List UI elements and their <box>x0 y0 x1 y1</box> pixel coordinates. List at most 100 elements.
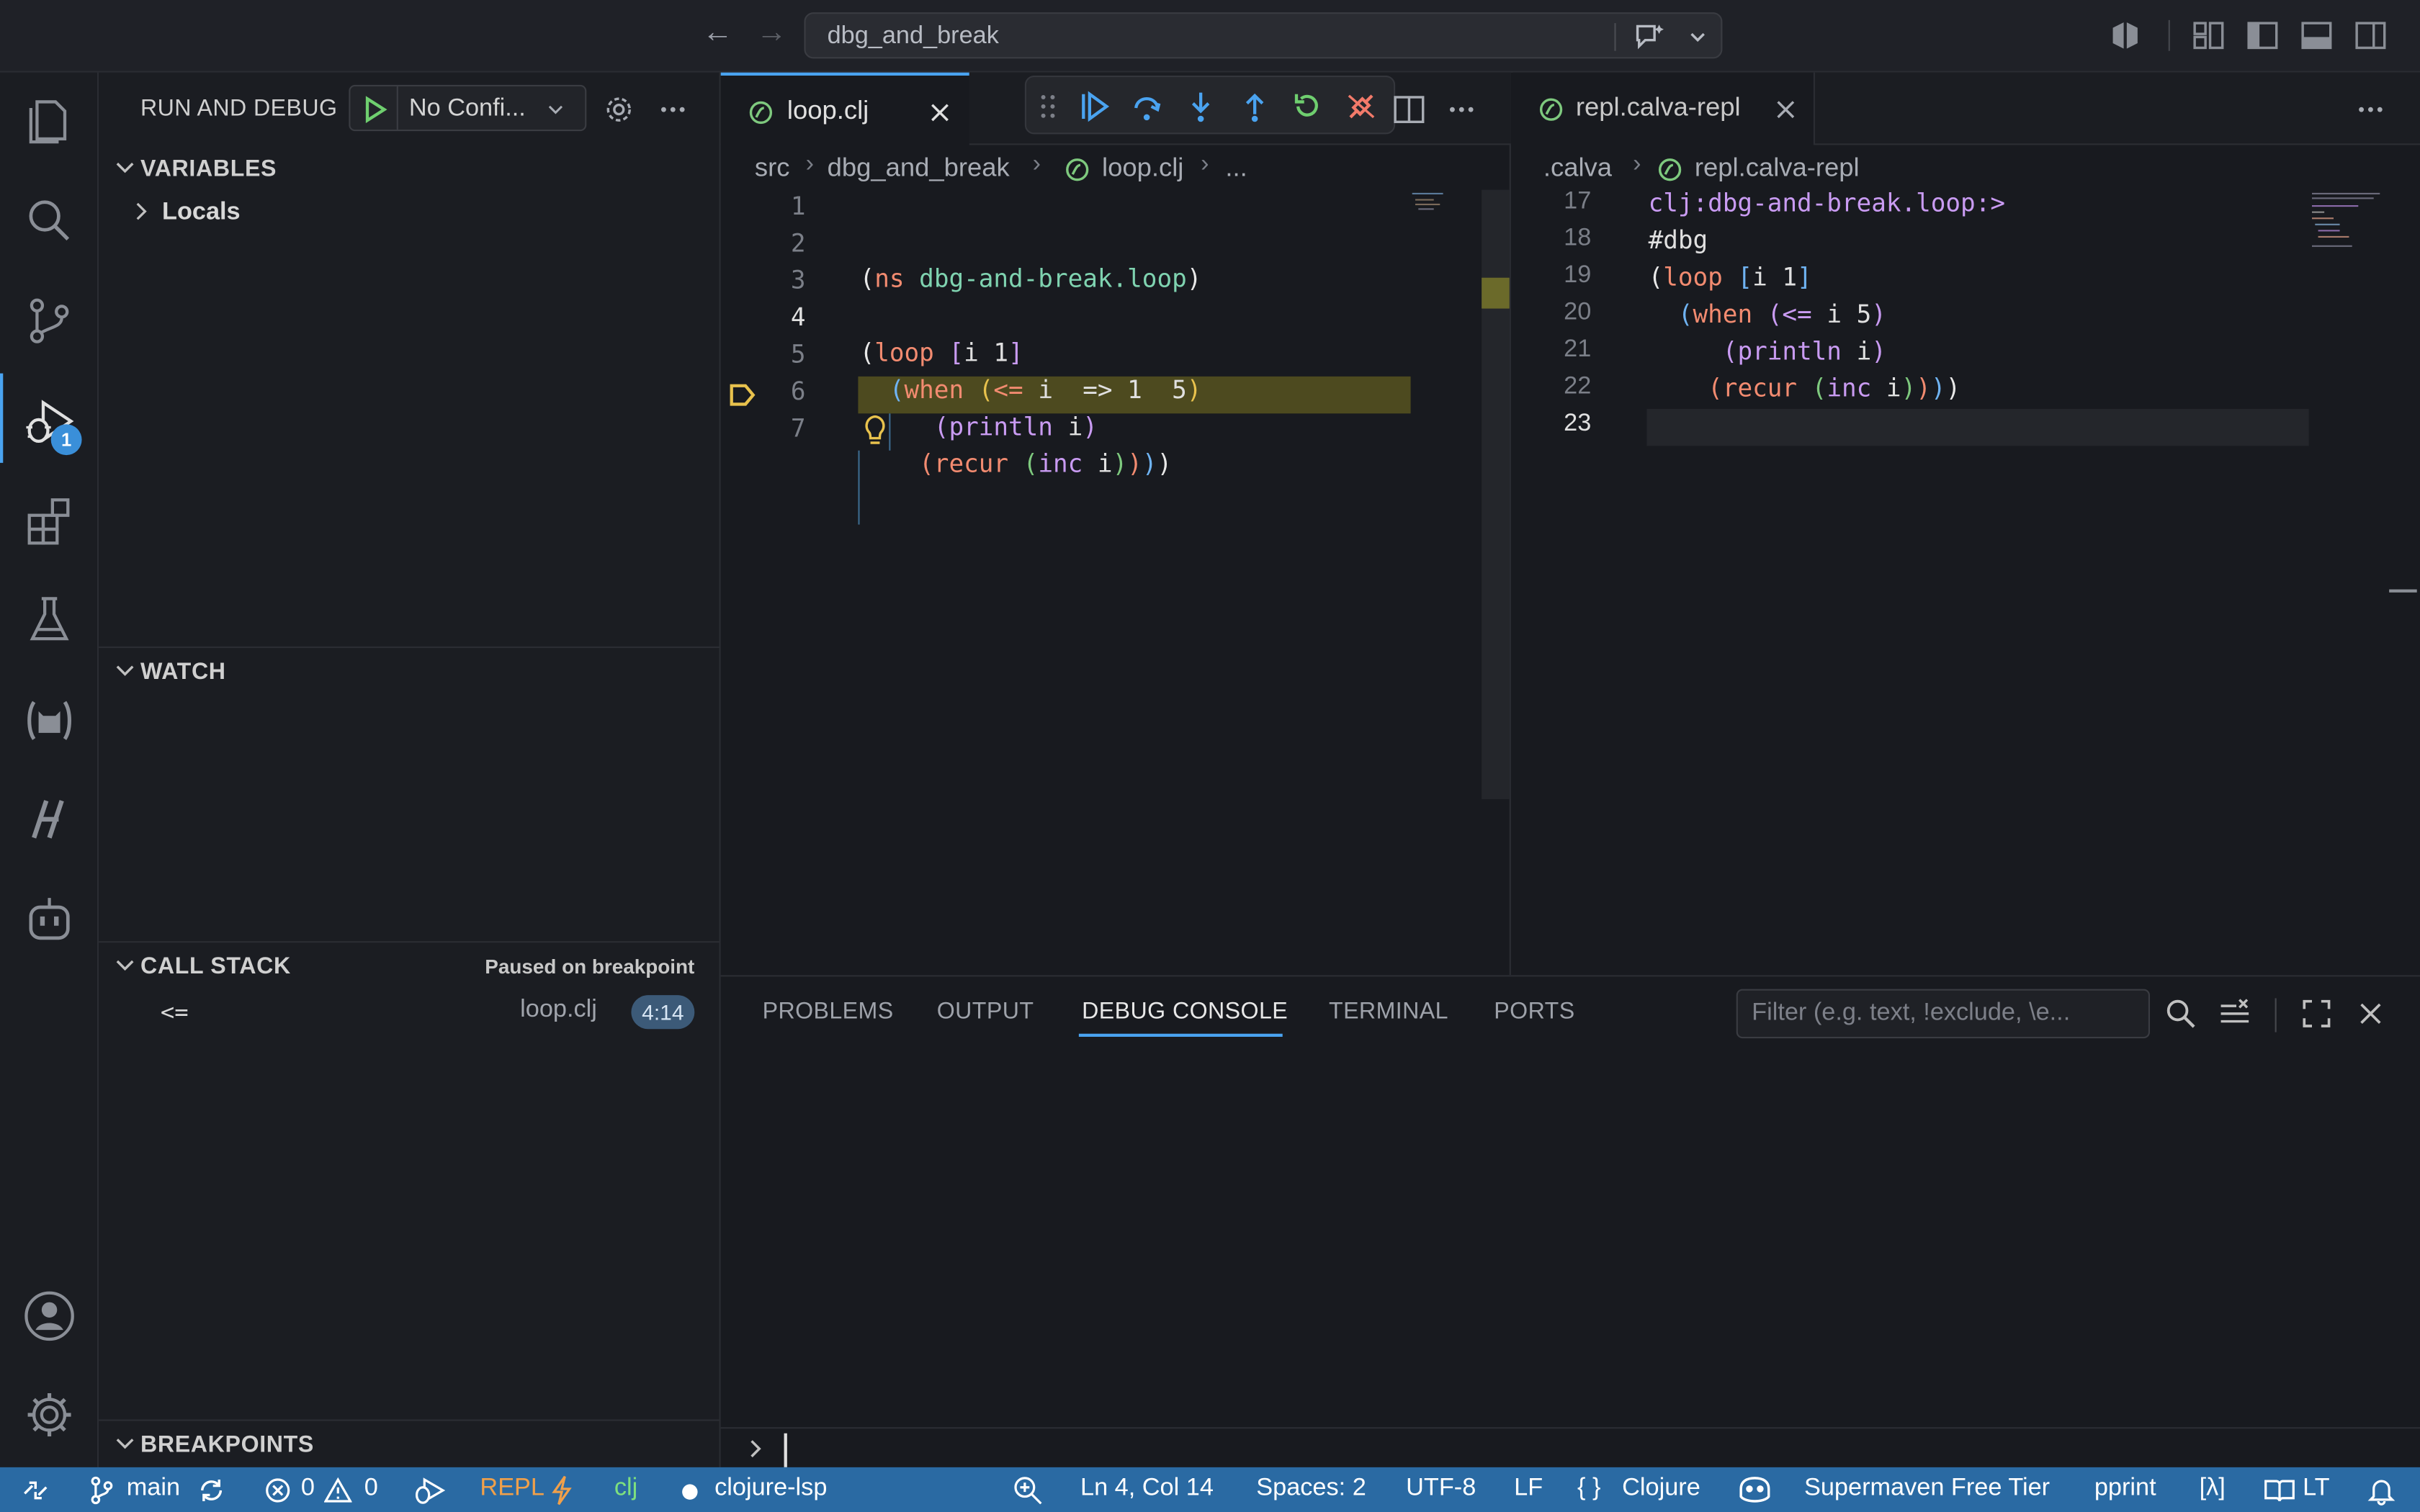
activity-bar: 1 <box>0 72 99 1467</box>
breadcrumb-repl-file[interactable]: repl.calva-repl <box>1695 153 1860 184</box>
clj-status[interactable]: clj <box>614 1475 637 1503</box>
minimap-left[interactable] <box>1412 190 1449 215</box>
scrollbar-thumb[interactable] <box>2389 589 2417 593</box>
variables-section-header[interactable]: VARIABLES <box>99 147 721 190</box>
warning-icon[interactable] <box>324 1477 352 1505</box>
breadcrumb-src[interactable]: src <box>755 153 790 184</box>
tab-problems[interactable]: PROBLEMS <box>763 998 894 1024</box>
step-into-icon[interactable] <box>1184 89 1218 123</box>
split-editor-icon[interactable] <box>1392 93 1426 127</box>
forward-arrow-icon[interactable]: → <box>756 15 787 50</box>
watch-section-header[interactable]: WATCH <box>99 649 721 693</box>
copilot-chat-icon[interactable] <box>1633 22 1667 53</box>
more-actions-icon[interactable] <box>1446 94 1477 125</box>
breadcrumb-right: .calva › repl.calva-repl <box>1512 145 2420 191</box>
breadcrumb-file[interactable]: loop.clj <box>1102 153 1183 184</box>
lt-status[interactable]: LT <box>2303 1475 2329 1503</box>
back-arrow-icon[interactable]: ← <box>702 15 733 50</box>
breakpoints-section-header[interactable]: BREAKPOINTS <box>99 1423 721 1466</box>
tab-loop-clj[interactable]: loop.clj <box>720 72 969 145</box>
toggle-primary-sidebar-icon[interactable] <box>2246 19 2280 53</box>
disconnect-icon[interactable] <box>1344 89 1378 123</box>
lambda-status[interactable]: [λ] <box>2200 1475 2226 1503</box>
repl-status[interactable]: REPL <box>480 1475 544 1503</box>
open-launch-json-gear-icon[interactable] <box>602 93 636 127</box>
stack-frame-row[interactable]: <= loop.clj 4:14 <box>99 992 721 1032</box>
source-control-icon[interactable] <box>22 293 77 348</box>
restart-icon[interactable] <box>1290 89 1324 123</box>
clear-console-icon[interactable] <box>2218 996 2251 1030</box>
drag-handle-icon[interactable] <box>1039 93 1057 121</box>
debug-console-input[interactable] <box>782 1433 2403 1467</box>
toggle-secondary-sidebar-icon[interactable] <box>2354 19 2388 53</box>
tab-terminal[interactable]: TERMINAL <box>1329 998 1448 1024</box>
search-icon[interactable] <box>22 193 77 248</box>
vertical-scrollbar[interactable] <box>1482 189 1510 799</box>
continue-icon[interactable] <box>1077 89 1111 123</box>
breadcrumb-symbol[interactable]: ... <box>1225 153 1247 184</box>
book-icon[interactable] <box>2262 1477 2296 1505</box>
close-icon[interactable] <box>1773 97 1798 122</box>
notifications-bell-icon[interactable] <box>2366 1475 2397 1506</box>
debug-configuration-select[interactable]: No Confi... <box>349 84 587 132</box>
extensions-icon[interactable] <box>22 494 77 549</box>
copilot-status-icon[interactable] <box>1736 1473 1773 1507</box>
step-over-icon[interactable] <box>1130 89 1164 123</box>
git-branch[interactable]: main <box>127 1475 180 1503</box>
line-number: 4 <box>790 302 806 332</box>
language-mode[interactable]: Clojure <box>1622 1475 1700 1503</box>
breadcrumb-folder[interactable]: dbg_and_break <box>828 153 1010 184</box>
warning-count[interactable]: 0 <box>364 1475 378 1503</box>
debug-console-filter[interactable] <box>1736 989 2150 1039</box>
explorer-icon[interactable] <box>22 93 77 148</box>
git-branch-icon[interactable] <box>88 1475 116 1506</box>
zoom-icon[interactable] <box>1013 1475 1044 1506</box>
accounts-icon[interactable] <box>22 1288 77 1344</box>
line-number: 3 <box>790 265 806 295</box>
end-of-line[interactable]: LF <box>1514 1475 1543 1503</box>
call-stack-section-header[interactable]: CALL STACK Paused on breakpoint <box>99 944 721 987</box>
supermaven-status[interactable]: Supermaven Free Tier <box>1804 1475 2050 1503</box>
close-icon[interactable] <box>928 100 952 125</box>
testing-flask-icon[interactable] <box>22 593 77 648</box>
editor-group-right: repl.calva-repl .calva › repl.calva-repl… <box>1512 72 2420 976</box>
search-icon[interactable] <box>2164 996 2197 1030</box>
breadcrumb-calva[interactable]: .calva <box>1543 153 1612 184</box>
indentation[interactable]: Spaces: 2 <box>1256 1475 1366 1503</box>
start-debugging-icon[interactable] <box>359 94 390 125</box>
customize-layout-icon[interactable] <box>2192 19 2226 53</box>
cursor-position[interactable]: Ln 4, Col 14 <box>1080 1475 1214 1503</box>
pprint-status[interactable]: pprint <box>2094 1475 2156 1503</box>
more-actions-icon[interactable] <box>2355 94 2386 125</box>
tab-output[interactable]: OUTPUT <box>937 998 1034 1024</box>
copilot-robot-icon[interactable] <box>22 892 77 948</box>
encoding[interactable]: UTF-8 <box>1406 1475 1476 1503</box>
prisma-icon[interactable] <box>22 791 77 847</box>
debug-status-icon[interactable] <box>412 1475 446 1506</box>
calva-icon[interactable] <box>22 693 77 748</box>
remote-icon[interactable] <box>22 1477 50 1505</box>
error-count[interactable]: 0 <box>301 1475 315 1503</box>
minimap-right[interactable] <box>2312 190 2386 258</box>
error-icon[interactable] <box>264 1477 292 1505</box>
repl-line-when: (when (<= i 5) <box>1677 299 1886 329</box>
more-actions-icon[interactable] <box>658 94 689 125</box>
settings-gear-icon[interactable] <box>22 1387 77 1442</box>
tab-bar-left: loop.clj <box>720 72 1511 145</box>
chevron-down-icon[interactable] <box>1688 28 1707 47</box>
close-panel-icon[interactable] <box>2354 996 2388 1030</box>
toggle-panel-icon[interactable] <box>2300 19 2334 53</box>
locals-scope[interactable]: Locals <box>99 193 721 230</box>
tab-repl-calva[interactable]: repl.calva-repl <box>1512 72 1815 145</box>
maximize-panel-icon[interactable] <box>2300 996 2334 1030</box>
step-out-icon[interactable] <box>1238 89 1272 123</box>
copilot-icon[interactable] <box>2108 19 2142 53</box>
tab-debug-console[interactable]: DEBUG CONSOLE <box>1082 998 1288 1024</box>
filter-input[interactable] <box>1737 990 2148 1037</box>
locals-label: Locals <box>162 199 241 225</box>
clojure-lsp-status[interactable]: clojure-lsp <box>714 1475 827 1503</box>
command-center[interactable]: dbg_and_break <box>804 12 1723 59</box>
code-editor-left[interactable]: 1 2 3 4 5 6 7 <box>721 188 1511 975</box>
sync-icon[interactable] <box>197 1477 225 1505</box>
tab-ports[interactable]: PORTS <box>1494 998 1574 1024</box>
